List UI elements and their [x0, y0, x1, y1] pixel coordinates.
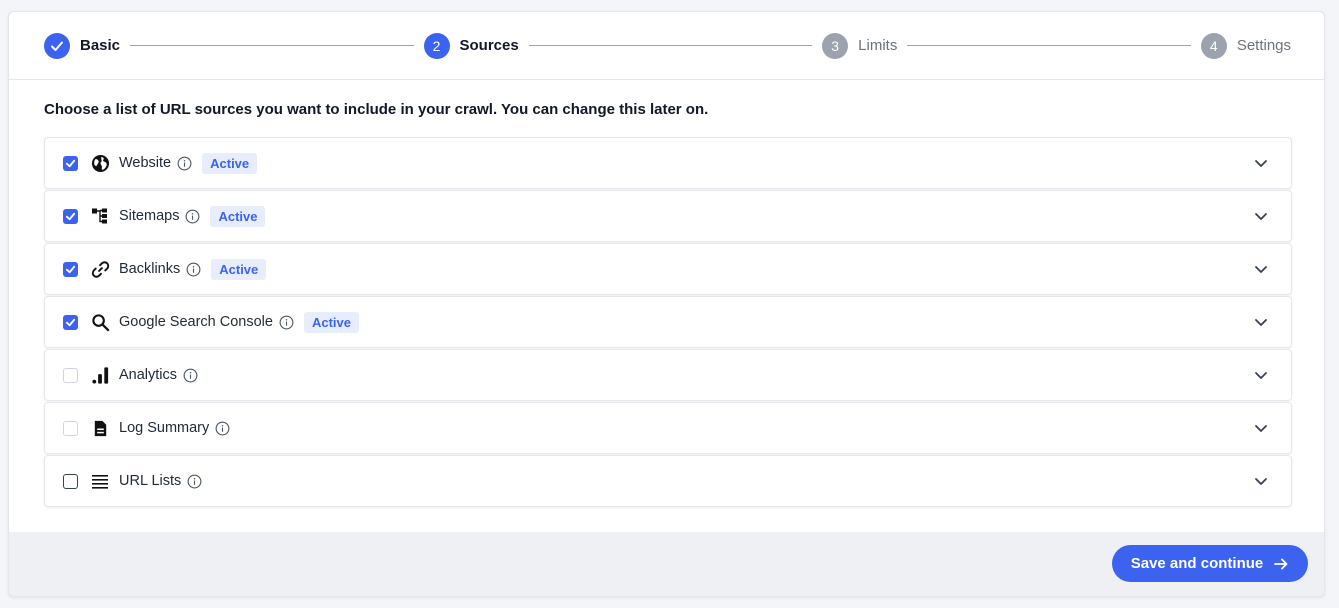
step-connector — [907, 45, 1191, 46]
arrow-right-icon — [1273, 556, 1289, 572]
checkbox[interactable] — [63, 208, 78, 224]
status-badge: Active — [303, 311, 359, 333]
status-badge: Active — [210, 205, 266, 227]
crawl-setup-card: Basic 2 Sources 3 Limits 4 Settings Choo… — [8, 11, 1325, 597]
source-label: Website — [119, 155, 172, 171]
step-sources[interactable]: 2 Sources — [423, 32, 519, 59]
checkbox[interactable] — [63, 473, 78, 489]
info-icon[interactable] — [185, 209, 200, 224]
checkbox[interactable] — [63, 367, 78, 383]
source-row-website[interactable]: Website Active — [44, 137, 1292, 189]
info-icon[interactable] — [186, 262, 201, 277]
step-basic[interactable]: Basic — [44, 32, 121, 59]
step-check-icon — [44, 32, 70, 59]
step-connector — [528, 45, 813, 46]
source-row-google-search-console[interactable]: Google Search Console Active — [44, 296, 1292, 348]
source-row-backlinks[interactable]: Backlinks Active — [44, 243, 1292, 295]
info-icon[interactable] — [187, 474, 202, 489]
source-label: Log Summary — [119, 420, 210, 436]
stepper: Basic 2 Sources 3 Limits 4 Settings — [9, 12, 1324, 80]
source-label: Google Search Console — [119, 314, 273, 330]
chevron-down-icon[interactable] — [1253, 420, 1269, 436]
link-icon — [90, 259, 110, 279]
list-icon — [90, 471, 110, 491]
chevron-down-icon[interactable] — [1253, 261, 1269, 277]
source-label: Sitemaps — [119, 208, 180, 224]
chevron-down-icon[interactable] — [1253, 314, 1269, 330]
globe-icon — [90, 153, 110, 173]
search-icon — [90, 312, 110, 332]
info-icon[interactable] — [177, 156, 192, 171]
step-settings[interactable]: 4 Settings — [1200, 32, 1292, 59]
bar-chart-icon — [90, 365, 110, 385]
chevron-down-icon[interactable] — [1253, 155, 1269, 171]
source-row-analytics[interactable]: Analytics — [44, 349, 1292, 401]
step-number: 4 — [1200, 32, 1227, 59]
checkbox[interactable] — [63, 420, 78, 436]
step-label: Basic — [80, 37, 121, 54]
info-icon[interactable] — [183, 368, 198, 383]
status-badge: Active — [202, 152, 258, 174]
step-label: Limits — [858, 37, 898, 54]
step-number: 3 — [822, 32, 849, 59]
checkbox[interactable] — [63, 155, 78, 171]
chevron-down-icon[interactable] — [1253, 208, 1269, 224]
info-icon[interactable] — [279, 315, 294, 330]
document-icon — [90, 418, 110, 438]
footer-bar: Save and continue — [9, 532, 1324, 596]
sitemap-icon — [90, 206, 110, 226]
intro-text: Choose a list of URL sources you want to… — [44, 101, 709, 118]
save-and-continue-button[interactable]: Save and continue — [1112, 545, 1308, 582]
chevron-down-icon[interactable] — [1253, 473, 1269, 489]
checkbox[interactable] — [63, 314, 78, 330]
step-limits[interactable]: 3 Limits — [822, 32, 898, 59]
source-label: URL Lists — [119, 473, 182, 489]
step-connector — [130, 45, 414, 46]
source-row-sitemaps[interactable]: Sitemaps Active — [44, 190, 1292, 242]
step-label: Settings — [1236, 37, 1292, 54]
source-row-log-summary[interactable]: Log Summary — [44, 402, 1292, 454]
info-icon[interactable] — [215, 421, 230, 436]
source-label: Analytics — [119, 367, 178, 383]
step-number: 2 — [423, 32, 450, 59]
checkbox[interactable] — [63, 261, 78, 277]
source-row-url-lists[interactable]: URL Lists — [44, 455, 1292, 507]
source-label: Backlinks — [119, 261, 181, 277]
source-list: Website Active Sitemaps Active Backlinks… — [44, 137, 1292, 508]
step-label: Sources — [459, 37, 519, 54]
status-badge: Active — [211, 258, 267, 280]
save-button-label: Save and continue — [1130, 555, 1264, 572]
chevron-down-icon[interactable] — [1253, 367, 1269, 383]
